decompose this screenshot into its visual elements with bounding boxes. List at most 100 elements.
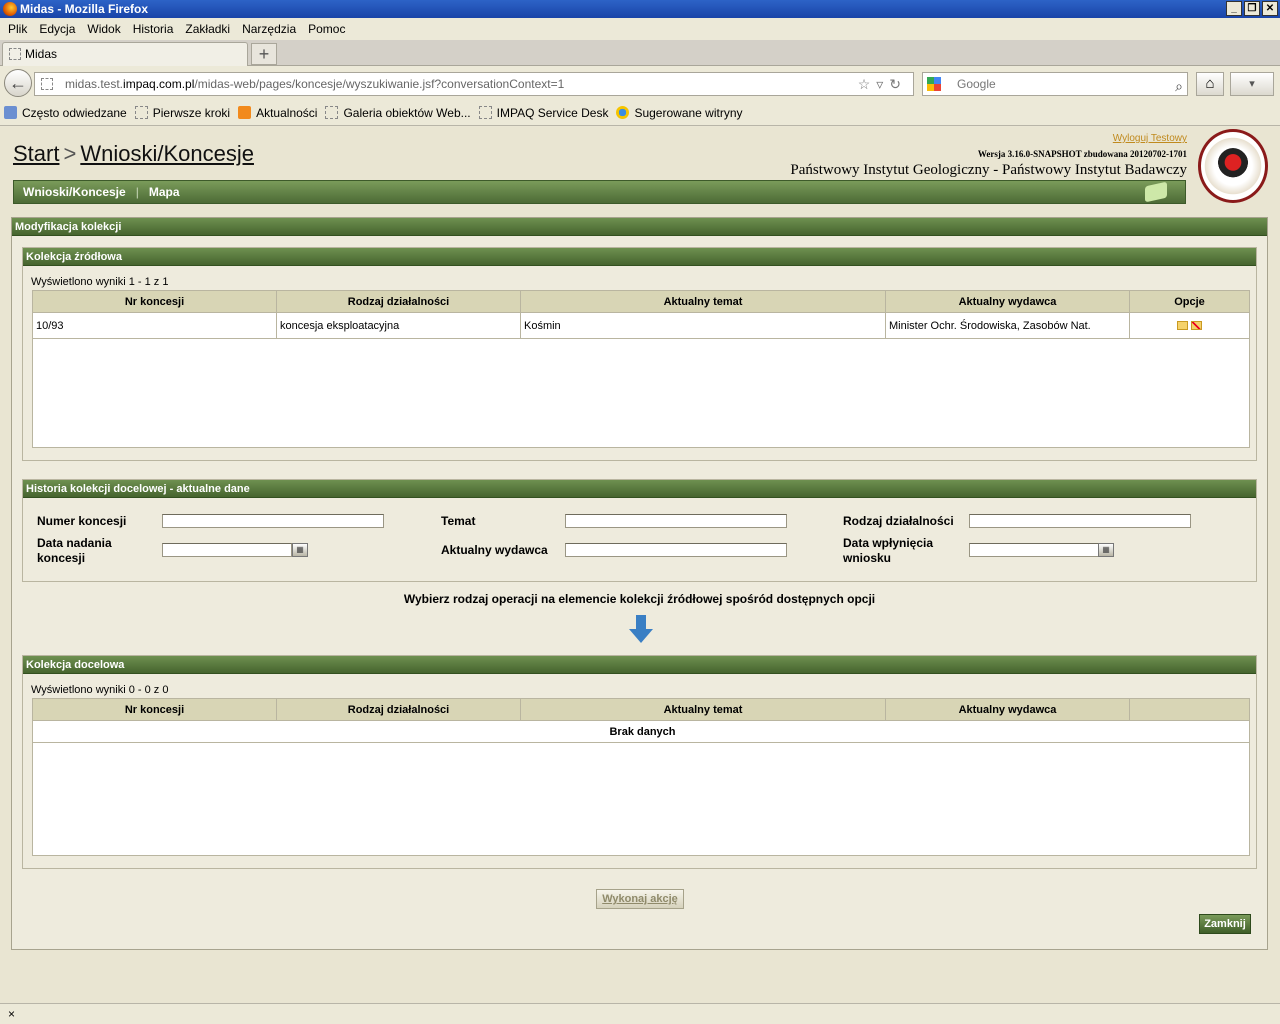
nav-separator: | — [135, 185, 139, 199]
close-window-button[interactable]: ✕ — [1262, 1, 1278, 16]
site-identity-icon[interactable] — [41, 78, 53, 90]
temat-label: Temat — [441, 514, 476, 528]
remove-folder-icon[interactable] — [1191, 321, 1202, 331]
status-bar: × — [0, 1003, 1280, 1024]
data-nadania-label: Data nadania koncesji — [37, 536, 112, 565]
maximize-button[interactable]: ❐ — [1244, 1, 1260, 16]
cell-temat: Kośmin — [520, 312, 886, 339]
wydawca-input[interactable] — [565, 543, 787, 557]
breadcrumb-wnioski[interactable]: Wnioski/Koncesje — [80, 141, 254, 166]
pig-logo — [1198, 129, 1268, 203]
bookmarks-toolbar: Często odwiedzane Pierwsze kroki Aktualn… — [0, 100, 1280, 126]
bookmark-star-icon[interactable]: ☆▿↻ — [858, 73, 907, 95]
col-opcje: Opcje — [1129, 290, 1250, 313]
instruction-text: Wybierz rodzaj operacji na elemencie kol… — [403, 592, 876, 606]
search-icon[interactable]: ⌕ — [1175, 75, 1183, 97]
menu-zakladki[interactable]: Zakładki — [181, 18, 238, 40]
nav-mapa[interactable]: Mapa — [149, 185, 180, 199]
col-nr[interactable]: Nr koncesji — [32, 290, 277, 313]
close-button[interactable]: Zamknij — [1199, 914, 1251, 934]
source-collection-section: Kolekcja źródłowa Wyświetlono wyniki 1 -… — [22, 247, 1257, 461]
bookmark-label: Aktualności — [256, 105, 318, 120]
back-button[interactable]: ← — [4, 69, 32, 97]
col-nr[interactable]: Nr koncesji — [32, 698, 277, 721]
bookmark-sugerowane[interactable]: Sugerowane witryny — [616, 100, 743, 125]
bookmark-czesto[interactable]: Często odwiedzane — [4, 100, 127, 125]
copy-folder-icon[interactable] — [1177, 321, 1188, 331]
calendar-icon[interactable]: ▦ — [1098, 543, 1114, 557]
help-book-icon[interactable] — [1145, 181, 1167, 203]
source-table: Nr koncesji Rodzaj działalności Aktualny… — [32, 290, 1250, 339]
bookmark-label: Pierwsze kroki — [152, 105, 231, 120]
close-status-icon[interactable]: × — [8, 1007, 15, 1021]
institute-name: Państwowy Instytut Geologiczny - Państwo… — [790, 162, 1187, 178]
cell-rodzaj: koncesja eksploatacyjna — [276, 312, 521, 339]
col-wydawca[interactable]: Aktualny wydawca — [885, 698, 1130, 721]
addon-button[interactable]: ▾ — [1230, 72, 1274, 96]
breadcrumb-start[interactable]: Start — [13, 141, 59, 166]
menu-pomoc[interactable]: Pomoc — [304, 18, 353, 40]
main-nav: Wnioski/Koncesje | Mapa — [13, 180, 1186, 204]
ie-icon — [616, 106, 630, 119]
target-collection-section: Kolekcja docelowa Wyświetlono wyniki 0 -… — [22, 655, 1257, 869]
menu-widok[interactable]: Widok — [83, 18, 128, 40]
calendar-icon[interactable]: ▦ — [292, 543, 308, 557]
bookmark-galeria[interactable]: Galeria obiektów Web... — [325, 100, 471, 125]
col-temat[interactable]: Aktualny temat — [520, 290, 886, 313]
wydawca-label: Aktualny wydawca — [441, 543, 548, 557]
tab-label: Midas — [25, 47, 58, 61]
no-data-text: Brak danych — [32, 720, 1250, 743]
most-visited-icon — [4, 106, 17, 119]
url-prefix: midas.test. — [65, 77, 124, 91]
menu-historia[interactable]: Historia — [129, 18, 182, 40]
breadcrumb: Start > Wnioski/Koncesje — [13, 141, 254, 167]
source-collection-title: Kolekcja źródłowa — [23, 248, 1256, 266]
temat-input[interactable] — [565, 514, 787, 528]
execute-action-button[interactable]: Wykonaj akcję — [596, 889, 684, 909]
page-icon — [478, 106, 492, 119]
bookmark-aktualnosci[interactable]: Aktualności — [238, 100, 317, 125]
col-rodzaj[interactable]: Rodzaj działalności — [276, 290, 521, 313]
source-results-count: Wyświetlono wyniki 1 - 1 z 1 — [31, 276, 169, 288]
search-bar[interactable]: Google ⌕ — [922, 72, 1188, 96]
target-results-count: Wyświetlono wyniki 0 - 0 z 0 — [31, 684, 169, 696]
menu-narzedzia[interactable]: Narzędzia — [238, 18, 304, 40]
history-section: Historia kolekcji docelowej - aktualne d… — [22, 479, 1257, 582]
data-wplyniecia-label: Data wpłynięcia wniosku — [843, 536, 934, 565]
minimize-button[interactable]: _ — [1226, 1, 1242, 16]
nav-wnioski-koncesje[interactable]: Wnioski/Koncesje — [23, 185, 126, 199]
page-favicon-icon — [9, 48, 21, 60]
col-rodzaj[interactable]: Rodzaj działalności — [276, 698, 521, 721]
data-nadania-input[interactable] — [162, 543, 292, 557]
history-title: Historia kolekcji docelowej - aktualne d… — [23, 480, 1256, 498]
url-path: /midas-web/pages/koncesje/wyszukiwanie.j… — [194, 77, 565, 91]
breadcrumb-separator: > — [63, 141, 77, 166]
bookmark-label: Często odwiedzane — [22, 105, 127, 120]
url-bar[interactable]: midas.test.impaq.com.pl/midas-web/pages/… — [34, 72, 914, 96]
tab-midas[interactable]: Midas — [2, 42, 248, 66]
menu-edycja[interactable]: Edycja — [35, 18, 83, 40]
data-wplyniecia-input[interactable] — [969, 543, 1099, 557]
cell-wydawca: Minister Ochr. Środowiska, Zasobów Nat. — [885, 312, 1130, 339]
window-titlebar: Midas - Mozilla Firefox _ ❐ ✕ — [0, 0, 1280, 18]
page-icon — [325, 106, 339, 119]
version-text: Wersja 3.16.0-SNAPSHOT zbudowana 2012070… — [977, 149, 1187, 159]
rodzaj-input[interactable] — [969, 514, 1191, 528]
col-temat[interactable]: Aktualny temat — [520, 698, 886, 721]
numer-koncesji-input[interactable] — [162, 514, 384, 528]
table-row[interactable]: 10/93 koncesja eksploatacyjna Kośmin Min… — [32, 312, 1250, 339]
google-icon[interactable] — [927, 77, 941, 91]
rodzaj-label: Rodzaj działalności — [843, 514, 954, 528]
home-button[interactable]: ⌂ — [1196, 72, 1224, 96]
bookmark-pierwsze[interactable]: Pierwsze kroki — [134, 100, 231, 125]
bookmark-impaq[interactable]: IMPAQ Service Desk — [478, 100, 608, 125]
menu-plik[interactable]: Plik — [4, 18, 35, 40]
logout-link[interactable]: Wyloguj Testowy — [1113, 133, 1187, 144]
new-tab-button[interactable]: + — [251, 43, 277, 65]
url-domain: impaq.com.pl — [123, 77, 195, 91]
col-wydawca[interactable]: Aktualny wydawca — [885, 290, 1130, 313]
arrow-down-icon — [629, 615, 653, 643]
target-table: Nr koncesji Rodzaj działalności Aktualny… — [32, 698, 1250, 743]
numer-koncesji-label: Numer koncesji — [37, 514, 127, 528]
rss-icon — [238, 106, 252, 119]
